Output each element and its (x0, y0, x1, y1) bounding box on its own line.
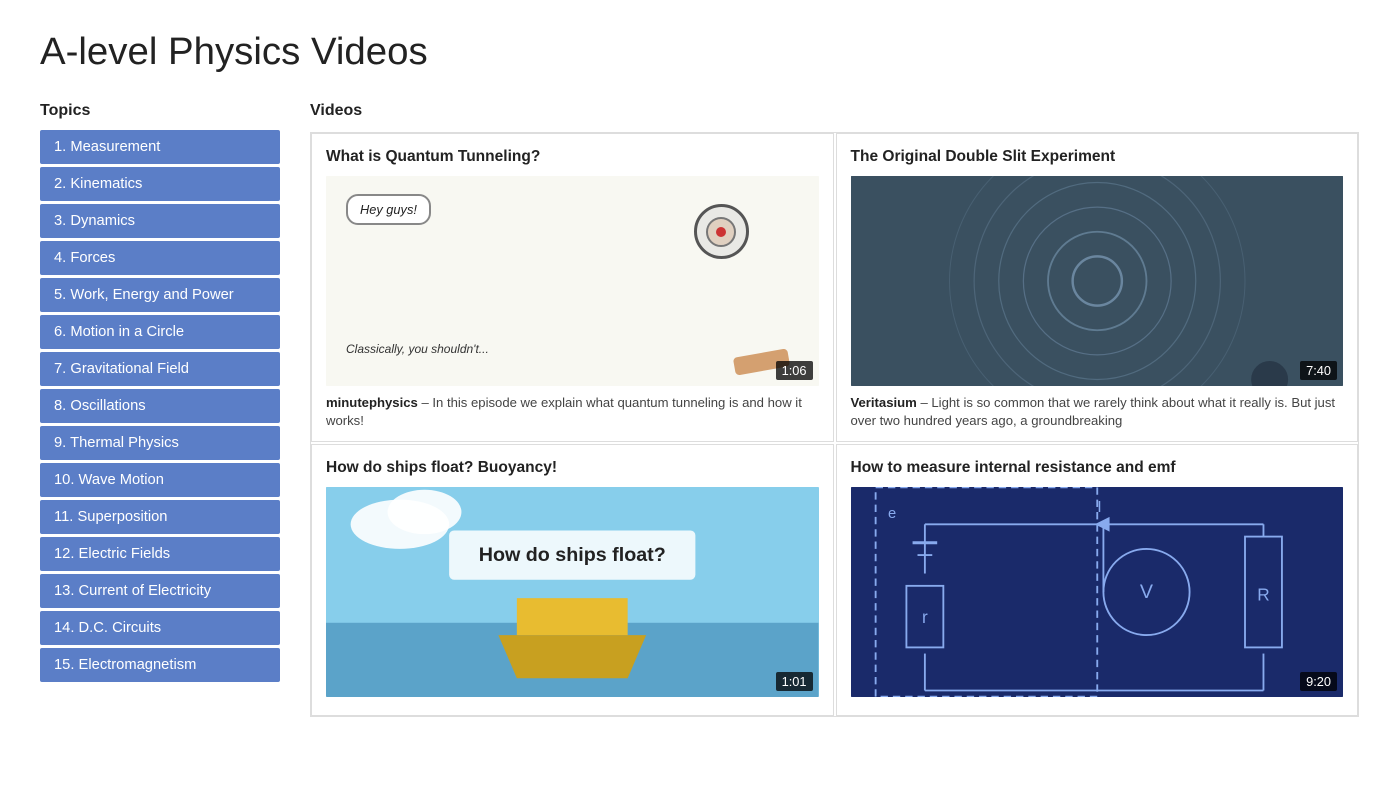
svg-text:How do ships float?: How do ships float? (479, 544, 666, 566)
sidebar-item-4[interactable]: 4. Forces (40, 241, 280, 275)
video-thumbnail-1: Hey guys! Classically, you shouldn't... (326, 176, 819, 386)
svg-text:V: V (1139, 581, 1153, 603)
duration-badge-1: 1:06 (776, 361, 813, 380)
video-thumbnail-2 (851, 176, 1344, 386)
sidebar-item-11[interactable]: 11. Superposition (40, 500, 280, 534)
video-title-4: How to measure internal resistance and e… (851, 459, 1344, 477)
svg-text:R: R (1257, 584, 1269, 604)
sidebar-item-6[interactable]: 6. Motion in a Circle (40, 315, 280, 349)
sidebar-item-13[interactable]: 13. Current of Electricity (40, 574, 280, 608)
duration-badge-4: 9:20 (1300, 672, 1337, 691)
svg-text:r: r (922, 607, 928, 627)
sidebar-item-5[interactable]: 5. Work, Energy and Power (40, 278, 280, 312)
sidebar-item-15[interactable]: 15. Electromagnetism (40, 648, 280, 682)
sidebar-item-1[interactable]: 1. Measurement (40, 130, 280, 164)
svg-text:I: I (1097, 499, 1101, 516)
videos-grid: What is Quantum Tunneling? Hey guys! (310, 132, 1359, 717)
page-title: A-level Physics Videos (40, 30, 1359, 74)
video-thumb-wrap-3: How do ships float? 1:01 (326, 487, 819, 697)
video-thumb-wrap-2: 7:40 (851, 176, 1344, 386)
video-card-3[interactable]: How do ships float? Buoyancy! (311, 444, 834, 716)
content-area: Videos What is Quantum Tunneling? Hey gu… (310, 102, 1359, 717)
video-thumb-wrap-1: Hey guys! Classically, you shouldn't... (326, 176, 819, 386)
sidebar-item-9[interactable]: 9. Thermal Physics (40, 426, 280, 460)
video-thumbnail-4: r e V R (851, 487, 1344, 697)
video-card-1[interactable]: What is Quantum Tunneling? Hey guys! (311, 133, 834, 442)
video-thumb-wrap-4: r e V R (851, 487, 1344, 697)
sidebar-item-3[interactable]: 3. Dynamics (40, 204, 280, 238)
video-title-3: How do ships float? Buoyancy! (326, 459, 819, 477)
video-desc-2: Veritasium – Light is so common that we … (851, 394, 1344, 431)
video-card-2[interactable]: The Original Double Slit Experiment (836, 133, 1359, 442)
duration-badge-3: 1:01 (776, 672, 813, 691)
video-title-1: What is Quantum Tunneling? (326, 148, 819, 166)
sidebar-item-2[interactable]: 2. Kinematics (40, 167, 280, 201)
main-layout: Topics 1. Measurement2. Kinematics3. Dyn… (40, 102, 1359, 717)
video-desc-1: minutephysics – In this episode we expla… (326, 394, 819, 431)
sidebar: Topics 1. Measurement2. Kinematics3. Dyn… (40, 102, 280, 717)
sidebar-title: Topics (40, 102, 280, 120)
content-title: Videos (310, 102, 1359, 120)
video-card-4[interactable]: How to measure internal resistance and e… (836, 444, 1359, 716)
video-title-2: The Original Double Slit Experiment (851, 148, 1344, 166)
duration-badge-2: 7:40 (1300, 361, 1337, 380)
page-container: A-level Physics Videos Topics 1. Measure… (0, 0, 1399, 747)
sidebar-item-14[interactable]: 14. D.C. Circuits (40, 611, 280, 645)
sidebar-item-12[interactable]: 12. Electric Fields (40, 537, 280, 571)
sidebar-item-10[interactable]: 10. Wave Motion (40, 463, 280, 497)
svg-text:e: e (887, 506, 895, 522)
video-thumbnail-3: How do ships float? (326, 487, 819, 697)
sidebar-item-7[interactable]: 7. Gravitational Field (40, 352, 280, 386)
topics-list: 1. Measurement2. Kinematics3. Dynamics4.… (40, 130, 280, 682)
sidebar-item-8[interactable]: 8. Oscillations (40, 389, 280, 423)
